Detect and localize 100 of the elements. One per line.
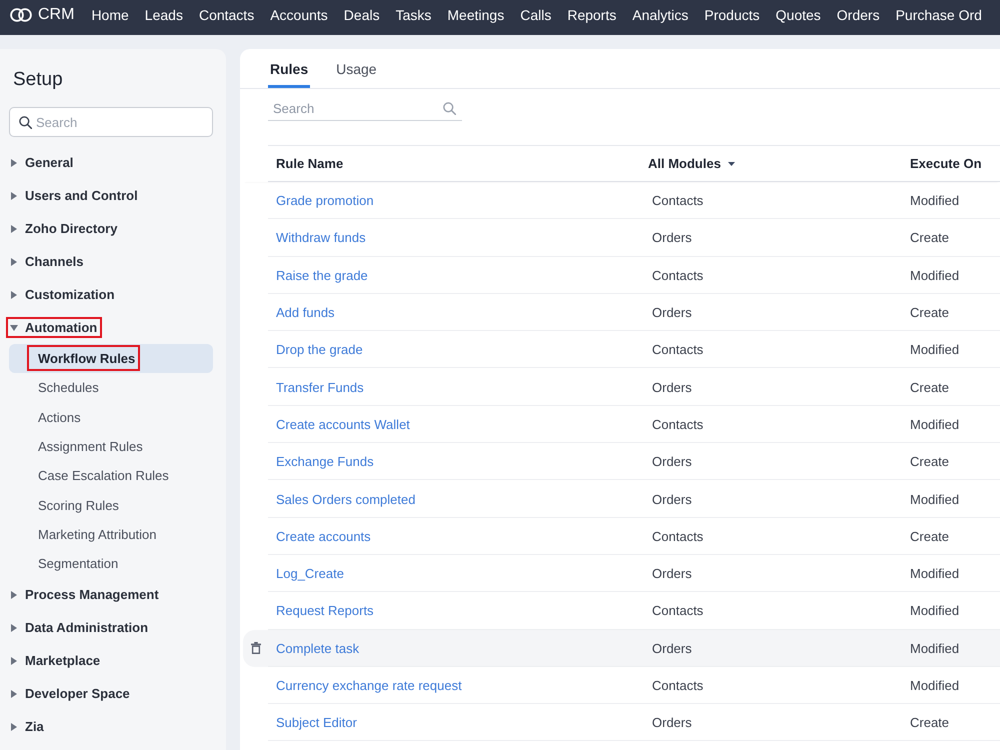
rule-name-link[interactable]: Create accounts	[276, 528, 371, 544]
search-icon[interactable]	[19, 116, 32, 129]
caret-right-icon[interactable]	[11, 258, 17, 266]
app-name: CRM	[38, 6, 74, 24]
sidebar-subitem[interactable]: Actions	[9, 402, 213, 432]
sidebar-subitem[interactable]: Case Escalation Rules	[9, 461, 213, 490]
table-cell-text: Create	[909, 305, 950, 320]
table-cell-text: Orders	[651, 454, 693, 470]
caret-down-icon[interactable]	[728, 162, 735, 166]
caret-right-icon[interactable]	[11, 158, 17, 166]
sidebar-item[interactable]: General	[6, 146, 213, 179]
caret-right-icon[interactable]	[11, 224, 17, 232]
sidebar-item[interactable]: Automation	[6, 311, 213, 344]
table-cell-text: Create	[909, 380, 950, 395]
rule-name-link[interactable]: Currency exchange rate request	[276, 678, 462, 693]
table-cell-text: Modified	[909, 492, 960, 507]
table-row[interactable]: Complete task Orders Modified	[243, 630, 1000, 667]
nav-link[interactable]: Leads	[144, 6, 183, 24]
table-cell-text: Modified	[909, 640, 960, 656]
nav-link[interactable]: Contacts	[198, 6, 254, 24]
table-cell-text: Create	[909, 230, 950, 246]
table-cell-text: Create	[909, 454, 950, 470]
nav-link[interactable]: Home	[91, 6, 129, 24]
sidebar-subitem[interactable]: Workflow Rules	[9, 344, 213, 374]
table-cell-text: Contacts	[651, 678, 704, 693]
rule-name-link[interactable]: Exchange Funds	[276, 454, 374, 470]
sidebar-item[interactable]: Channels	[6, 245, 213, 278]
sidebar-title: Setup	[13, 68, 64, 92]
sidebar-subitem[interactable]: Assignment Rules	[9, 432, 213, 462]
table-cell-text: Orders	[651, 230, 693, 246]
table-cell-text: Contacts	[651, 603, 704, 618]
table-cell-text: Modified	[909, 342, 960, 358]
sidebar-item[interactable]: Process Management	[6, 578, 213, 612]
nav-link[interactable]: Products	[704, 6, 760, 24]
tab[interactable]: Rules	[268, 49, 310, 88]
caret-right-icon[interactable]	[11, 192, 17, 200]
nav-link[interactable]: Accounts	[270, 6, 328, 24]
tab[interactable]: Usage	[334, 49, 379, 88]
caret-right-icon[interactable]	[11, 690, 17, 698]
sidebar-subitem[interactable]: Marketing Attribution	[9, 520, 213, 550]
rings-logo-icon[interactable]	[10, 8, 32, 22]
nav-link[interactable]: Tasks	[396, 6, 432, 24]
module-filter-dropdown[interactable]: All Modules	[648, 156, 735, 171]
nav-link[interactable]: Meetings	[447, 6, 504, 24]
sidebar-subitem[interactable]: Schedules	[9, 373, 213, 403]
sidebar-item[interactable]: Developer Space	[6, 677, 213, 710]
rule-name-link[interactable]: Subject Editor	[276, 715, 357, 730]
rule-name-link[interactable]: Grade promotion	[276, 193, 374, 208]
table-cell-text: Contacts	[651, 193, 704, 208]
rule-name-link[interactable]: Create accounts Wallet	[276, 416, 410, 432]
caret-right-icon[interactable]	[11, 722, 17, 731]
table-cell-text: Contacts	[651, 528, 704, 544]
sidebar-subitem[interactable]: Segmentation	[9, 549, 213, 578]
sidebar-item[interactable]: Marketplace	[6, 644, 213, 678]
table-cell-text: Modified	[909, 268, 960, 283]
caret-down-icon[interactable]	[10, 324, 18, 330]
caret-right-icon[interactable]	[11, 656, 17, 665]
sidebar-item[interactable]: Zoho Directory	[6, 212, 213, 245]
column-header: Execute On	[910, 156, 982, 171]
nav-link[interactable]: Calls	[520, 6, 552, 24]
table-cell-text: Modified	[909, 416, 960, 432]
nav-link[interactable]: Reports	[567, 6, 616, 24]
rule-name-link[interactable]: Withdraw funds	[276, 230, 366, 246]
rule-name-link[interactable]: Sales Orders completed	[276, 492, 416, 507]
table-cell-text: Modified	[909, 678, 960, 693]
table-cell-text: Create	[909, 715, 950, 730]
table-cell-text: Contacts	[651, 268, 704, 283]
sidebar-item[interactable]: Zia	[6, 710, 213, 744]
rule-name-link[interactable]: Log_Create	[276, 566, 344, 582]
table-cell-text: Orders	[651, 492, 693, 507]
sidebar-subitem[interactable]: Scoring Rules	[9, 490, 213, 520]
nav-link[interactable]: Orders	[836, 6, 880, 24]
table-cell-text: Contacts	[651, 416, 704, 432]
rule-name-link[interactable]: Complete task	[276, 640, 360, 656]
table-cell-text: Orders	[651, 305, 693, 320]
table-cell-text: Orders	[651, 380, 693, 395]
caret-right-icon[interactable]	[11, 624, 17, 632]
table-cell-text: Modified	[909, 603, 960, 618]
caret-right-icon[interactable]	[11, 590, 17, 599]
sidebar-item[interactable]: Data Administration	[6, 611, 213, 644]
nav-link[interactable]: Quotes	[776, 6, 821, 24]
column-header: Rule Name	[276, 156, 344, 171]
rule-name-link[interactable]: Request Reports	[276, 603, 374, 618]
rule-name-link[interactable]: Add funds	[276, 305, 335, 320]
nav-link[interactable]: Purchase Ord	[896, 6, 982, 24]
trash-icon[interactable]	[250, 642, 260, 654]
table-cell-text: Contacts	[651, 342, 704, 358]
search-field[interactable]: Search	[9, 107, 213, 137]
rule-name-link[interactable]: Transfer Funds	[276, 380, 364, 395]
table-cell-text: Orders	[651, 715, 693, 730]
rule-name-link[interactable]: Drop the grade	[276, 342, 363, 358]
caret-right-icon[interactable]	[11, 290, 17, 298]
nav-link[interactable]: Deals	[344, 6, 380, 24]
search-field[interactable]: Search	[268, 97, 462, 121]
table-cell-text: Orders	[651, 566, 693, 582]
rule-name-link[interactable]: Raise the grade	[276, 268, 368, 283]
sidebar-item[interactable]: Customization	[6, 278, 213, 311]
nav-link[interactable]: Analytics	[632, 6, 688, 24]
sidebar-item[interactable]: Users and Control	[6, 179, 213, 212]
table-cell-text: Create	[909, 528, 950, 544]
